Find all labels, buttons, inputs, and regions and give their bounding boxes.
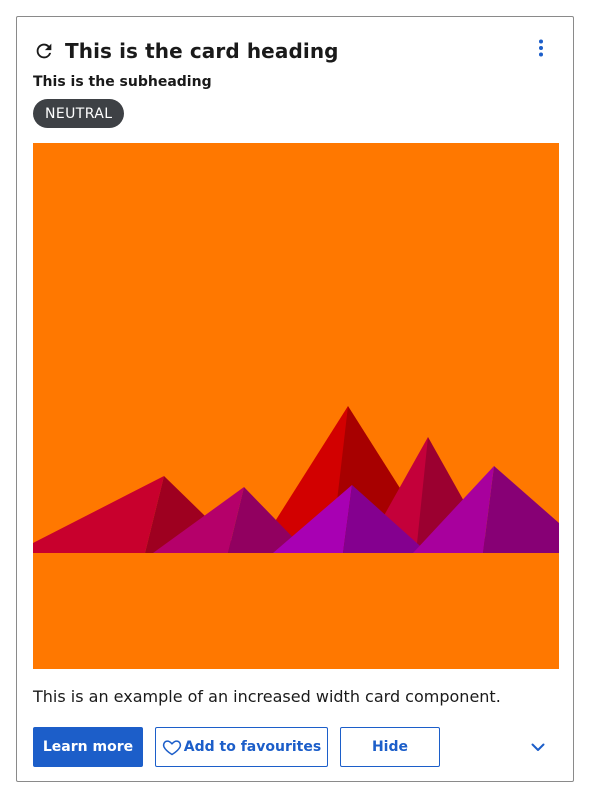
learn-more-label: Learn more <box>42 739 134 755</box>
add-to-favourites-label: Add to favourites <box>183 739 322 755</box>
card: This is the card heading This is the sub… <box>16 16 574 782</box>
add-to-favourites-button[interactable]: Add to favourites <box>155 727 328 767</box>
card-description: This is an example of an increased width… <box>33 687 501 706</box>
hide-button[interactable]: Hide <box>340 727 440 767</box>
status-badge: NEUTRAL <box>33 99 125 128</box>
card-header: This is the card heading <box>33 39 339 63</box>
chevron-down-icon <box>531 737 545 756</box>
hide-label: Hide <box>371 739 409 755</box>
learn-more-button[interactable]: Learn more <box>33 727 143 767</box>
expand-button[interactable] <box>529 737 547 755</box>
more-vertical-icon <box>538 39 544 61</box>
heart-icon <box>162 737 182 757</box>
refresh-icon[interactable] <box>33 40 55 62</box>
card-subheading: This is the subheading <box>33 74 212 90</box>
card-heading: This is the card heading <box>65 39 339 63</box>
card-image <box>33 143 559 669</box>
more-options-button[interactable] <box>533 39 549 61</box>
